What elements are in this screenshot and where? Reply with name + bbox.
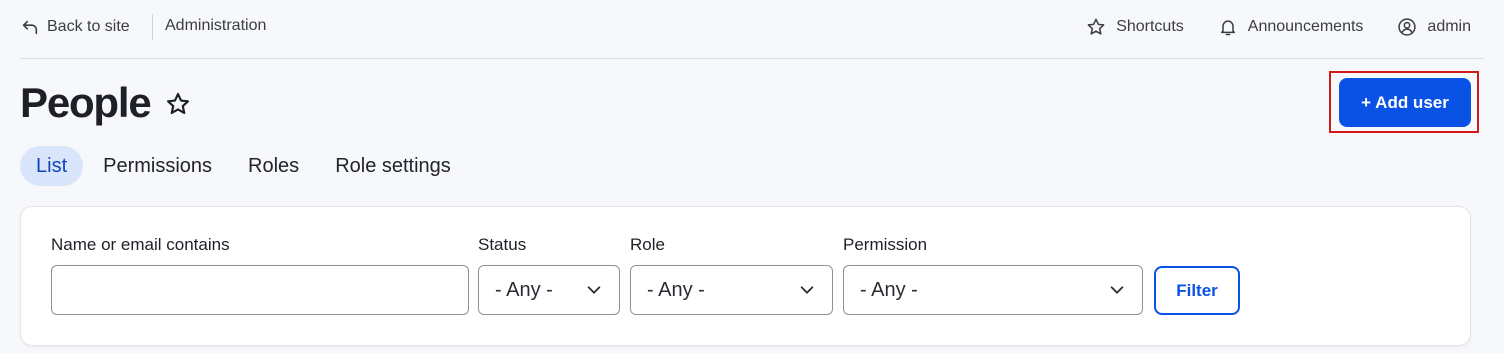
- role-select-value: - Any -: [647, 278, 705, 301]
- name-filter-label: Name or email contains: [51, 235, 230, 254]
- bell-icon: [1220, 20, 1235, 36]
- filter-button[interactable]: Filter: [1154, 266, 1240, 315]
- user-menu-button[interactable]: admin: [1397, 17, 1471, 37]
- tab-role-settings[interactable]: Role settings: [319, 146, 467, 186]
- status-filter-label: Status: [478, 235, 527, 254]
- local-tasks-tabs: List Permissions Roles Role settings: [20, 146, 471, 186]
- role-select[interactable]: - Any -: [630, 265, 833, 315]
- toolbar-separator: [20, 58, 1484, 59]
- tab-permissions[interactable]: Permissions: [87, 146, 228, 186]
- filter-panel: Name or email contains Status - Any - Ro…: [20, 206, 1471, 346]
- administration-link[interactable]: Administration: [165, 17, 266, 35]
- status-select-value: - Any -: [495, 278, 553, 301]
- toolbar-divider: [152, 14, 153, 40]
- add-user-button[interactable]: + Add user: [1339, 78, 1471, 127]
- shortcuts-label: Shortcuts: [1116, 18, 1184, 35]
- back-arrow-icon: [22, 20, 38, 35]
- admin-toolbar: Back to site Administration Shortcuts An…: [0, 0, 1504, 54]
- chevron-down-icon: [1110, 286, 1124, 294]
- status-select[interactable]: - Any -: [478, 265, 620, 315]
- announcements-button[interactable]: Announcements: [1218, 17, 1364, 37]
- announcements-label: Announcements: [1247, 18, 1364, 35]
- chevron-down-icon: [800, 286, 814, 294]
- user-label: admin: [1427, 18, 1471, 35]
- page-header: People: [20, 78, 191, 128]
- star-icon: [1087, 18, 1105, 35]
- role-filter-label: Role: [630, 235, 665, 254]
- add-shortcut-star-icon[interactable]: [165, 91, 191, 117]
- permission-select[interactable]: - Any -: [843, 265, 1143, 315]
- user-avatar-icon: [1398, 18, 1417, 36]
- tab-list[interactable]: List: [20, 146, 84, 186]
- permission-select-value: - Any -: [860, 278, 918, 301]
- toolbar-right: Shortcuts Announcements admin: [1086, 14, 1471, 40]
- back-to-site-label: Back to site: [47, 18, 130, 35]
- back-to-site-link[interactable]: Back to site: [21, 14, 130, 40]
- shortcuts-button[interactable]: Shortcuts: [1086, 17, 1184, 37]
- name-email-input[interactable]: [51, 265, 469, 315]
- tab-roles[interactable]: Roles: [232, 146, 315, 186]
- permission-filter-label: Permission: [843, 235, 928, 254]
- page-title: People: [20, 79, 152, 126]
- chevron-down-icon: [587, 286, 601, 294]
